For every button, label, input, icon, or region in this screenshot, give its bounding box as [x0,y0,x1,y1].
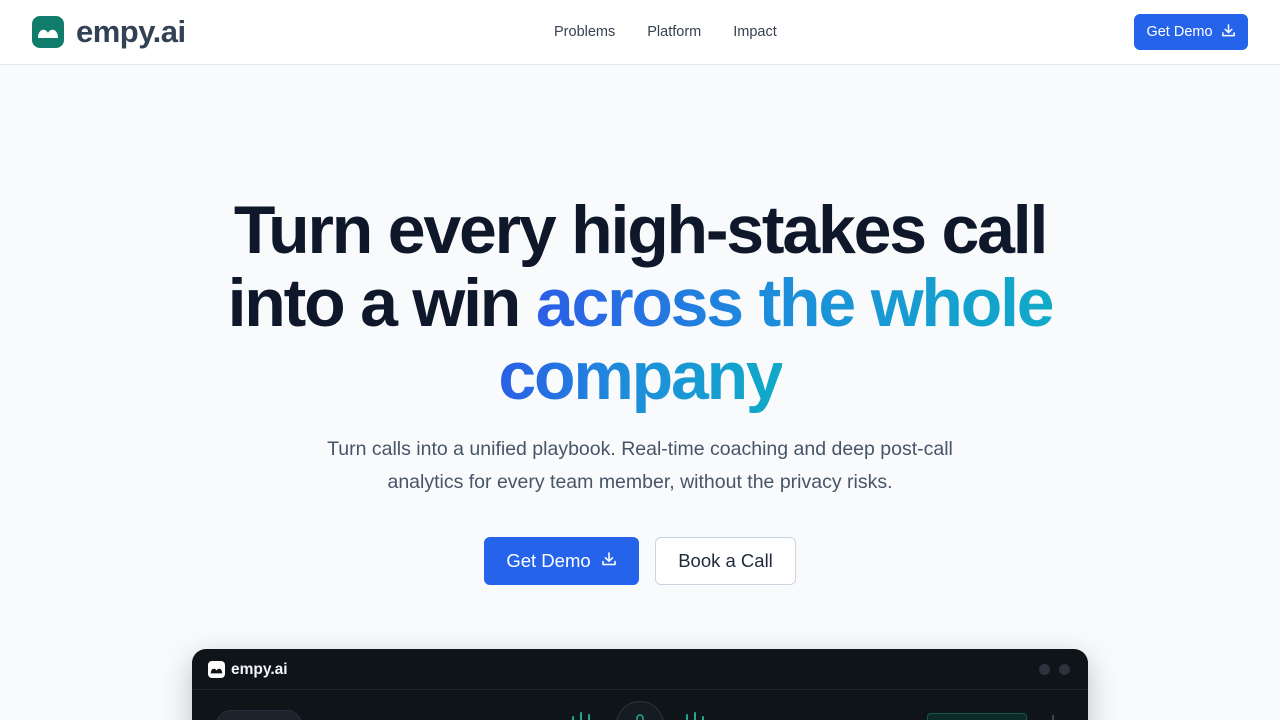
hero-headline-line2-plain: into a win [227,265,536,341]
nav-link-problems[interactable]: Problems [554,22,615,42]
preview-title-bar: empy.ai [192,649,1088,690]
hero-headline-line3-accent: company [498,338,783,414]
hero-subtitle-line2: analytics for every team member, without… [387,471,893,493]
microphone-button[interactable] [616,701,664,720]
waveform-bar [572,716,574,720]
book-a-call-button[interactable]: Book a Call [655,537,796,585]
window-control-dot[interactable] [1039,664,1050,675]
preview-brand: empy.ai [208,661,288,678]
waveform-bar [588,714,590,720]
hero-headline-line1: Turn every high-stakes call [233,192,1049,268]
brand-name: empy.ai [76,14,186,49]
waveform-bar [702,716,704,720]
top-navigation-bar: empy.ai Problems Platform Impact Get Dem… [0,0,1280,65]
hero-get-demo-button[interactable]: Get Demo [484,537,639,585]
preview-brand-name: empy.ai [231,661,288,678]
waveform-bar [686,714,688,720]
brand-logo[interactable]: empy.ai [32,16,186,48]
preview-status-pill [216,710,302,720]
nav-link-impact[interactable]: Impact [733,22,777,42]
download-icon [601,550,617,572]
empy-logo-icon [32,16,64,48]
main-nav: Problems Platform Impact [554,22,777,42]
waveform-bar [580,712,582,720]
window-control-dot[interactable] [1059,664,1070,675]
download-icon [1221,23,1236,42]
empy-logo-icon [208,661,225,678]
nav-link-platform[interactable]: Platform [647,22,701,42]
hero-get-demo-label: Get Demo [506,550,591,571]
header-get-demo-button[interactable]: Get Demo [1134,14,1248,50]
hero-headline: Turn every high-stakes call into a win a… [0,194,1280,413]
header-get-demo-label: Get Demo [1146,24,1213,40]
product-preview-window: empy.ai [192,649,1088,720]
book-a-call-label: Book a Call [678,550,773,571]
preview-live-indicator [927,713,1027,720]
preview-divider [1052,715,1054,720]
waveform-bar [694,712,696,720]
hero-subtitle-line1: Turn calls into a unified playbook. Real… [327,438,953,460]
hero-headline-line2-accent: across the whole [535,265,1055,341]
hero-subtitle: Turn calls into a unified playbook. Real… [290,433,990,499]
